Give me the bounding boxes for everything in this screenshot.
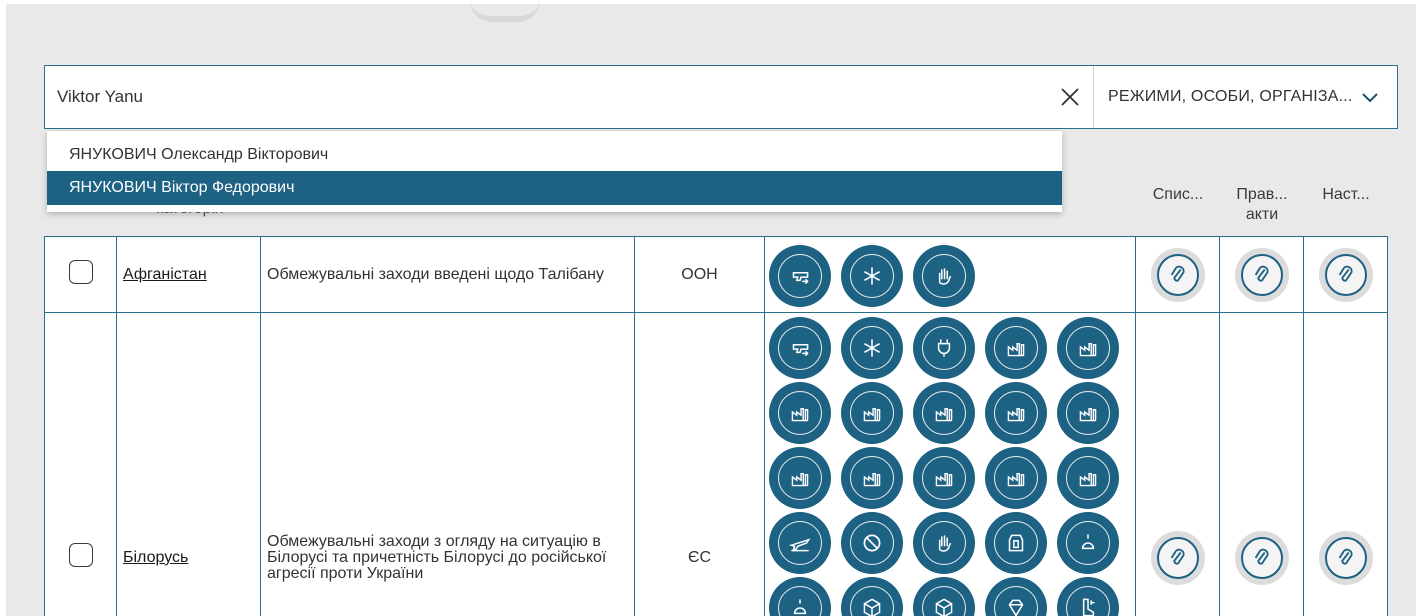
factory-icon[interactable] <box>913 382 975 444</box>
factory-icon[interactable] <box>1057 382 1119 444</box>
cube-icon[interactable] <box>913 577 975 616</box>
gun-export-icon[interactable] <box>769 317 831 379</box>
suggestion-item[interactable]: ЯНУКОВИЧ Олександр Вікторович <box>47 139 1062 171</box>
scope-select[interactable]: РЕЖИМИ, ОСОБИ, ОРГАНІЗА... <box>1094 66 1397 128</box>
cube-icon[interactable] <box>841 577 903 616</box>
row-source: ООН <box>634 236 765 313</box>
factory-icon[interactable] <box>985 447 1047 509</box>
logo-fragment <box>470 0 540 22</box>
factory-icon[interactable] <box>769 447 831 509</box>
snowflake-freeze-icon[interactable] <box>841 245 903 307</box>
settings-attachment-button[interactable] <box>1318 530 1373 585</box>
search-bar: РЕЖИМИ, ОСОБИ, ОРГАНІЗА... <box>44 65 1398 129</box>
table-row: Білорусь Обмежувальні заходи з огляду на… <box>44 312 1388 616</box>
row-source: ЄС <box>634 312 765 616</box>
factory-icon[interactable] <box>841 447 903 509</box>
diamond-icon[interactable] <box>985 577 1047 616</box>
row-checkbox[interactable] <box>68 260 93 284</box>
gun-export-icon[interactable] <box>769 245 831 307</box>
settings-attachment-button[interactable] <box>1318 247 1373 302</box>
lists-attachment-button[interactable] <box>1150 530 1205 585</box>
paperclip-icon <box>1170 548 1184 565</box>
factory-icon[interactable] <box>841 382 903 444</box>
column-header-lists[interactable]: Спис... <box>1136 186 1220 204</box>
column-header-settings[interactable]: Наст... <box>1304 186 1388 204</box>
hand-stop-icon[interactable] <box>913 512 975 574</box>
hand-stop-icon[interactable] <box>913 245 975 307</box>
factory-icon[interactable] <box>1057 317 1119 379</box>
column-header-legal-acts-line2: акти <box>1245 206 1279 223</box>
paperclip-icon <box>1338 265 1352 282</box>
factory-icon[interactable] <box>769 382 831 444</box>
sanction-icons <box>769 317 1135 616</box>
country-link[interactable]: Білорусь <box>123 549 188 566</box>
factory-icon[interactable] <box>985 382 1047 444</box>
legal-acts-attachment-button[interactable] <box>1234 530 1289 585</box>
factory-icon[interactable] <box>913 447 975 509</box>
suggestions-dropdown: ЯНУКОВИЧ Олександр Вікторович ЯНУКОВИЧ В… <box>47 131 1062 212</box>
paperclip-icon <box>1254 548 1268 565</box>
table-row: Афганістан Обмежувальні заходи введені щ… <box>44 236 1388 313</box>
lists-attachment-button[interactable] <box>1150 247 1205 302</box>
paperclip-icon <box>1170 265 1184 282</box>
plane-icon[interactable] <box>769 512 831 574</box>
crane-icon[interactable] <box>769 577 831 616</box>
row-description: Обмежувальні заходи з огляду на ситуацію… <box>260 312 635 616</box>
crane-icon[interactable] <box>1057 512 1119 574</box>
factory-icon[interactable] <box>1057 447 1119 509</box>
column-header-legal-acts[interactable]: Прав... <box>1220 186 1304 204</box>
row-description: Обмежувальні заходи введені щодо Талібан… <box>260 236 635 313</box>
scope-select-label: РЕЖИМИ, ОСОБИ, ОРГАНІЗА... <box>1108 88 1353 105</box>
country-link[interactable]: Афганістан <box>123 266 207 283</box>
factory-icon[interactable] <box>985 317 1047 379</box>
legal-acts-attachment-button[interactable] <box>1234 247 1289 302</box>
vest-icon[interactable] <box>985 512 1047 574</box>
sanction-icons <box>769 242 1135 307</box>
search-input[interactable] <box>45 66 1055 128</box>
row-checkbox[interactable] <box>68 543 93 567</box>
boot-icon[interactable] <box>1057 577 1119 616</box>
close-icon <box>1061 88 1079 106</box>
sanctions-table: Афганістан Обмежувальні заходи введені щ… <box>44 236 1388 616</box>
paperclip-icon <box>1254 265 1268 282</box>
paperclip-icon <box>1338 548 1352 565</box>
clear-search-button[interactable] <box>1055 82 1085 112</box>
suggestion-item-highlighted[interactable]: ЯНУКОВИЧ Віктор Федорович <box>47 171 1062 205</box>
chevron-down-icon <box>1362 93 1378 103</box>
snowflake-freeze-icon[interactable] <box>841 317 903 379</box>
prohibited-icon[interactable] <box>841 512 903 574</box>
plug-energy-icon[interactable] <box>913 317 975 379</box>
